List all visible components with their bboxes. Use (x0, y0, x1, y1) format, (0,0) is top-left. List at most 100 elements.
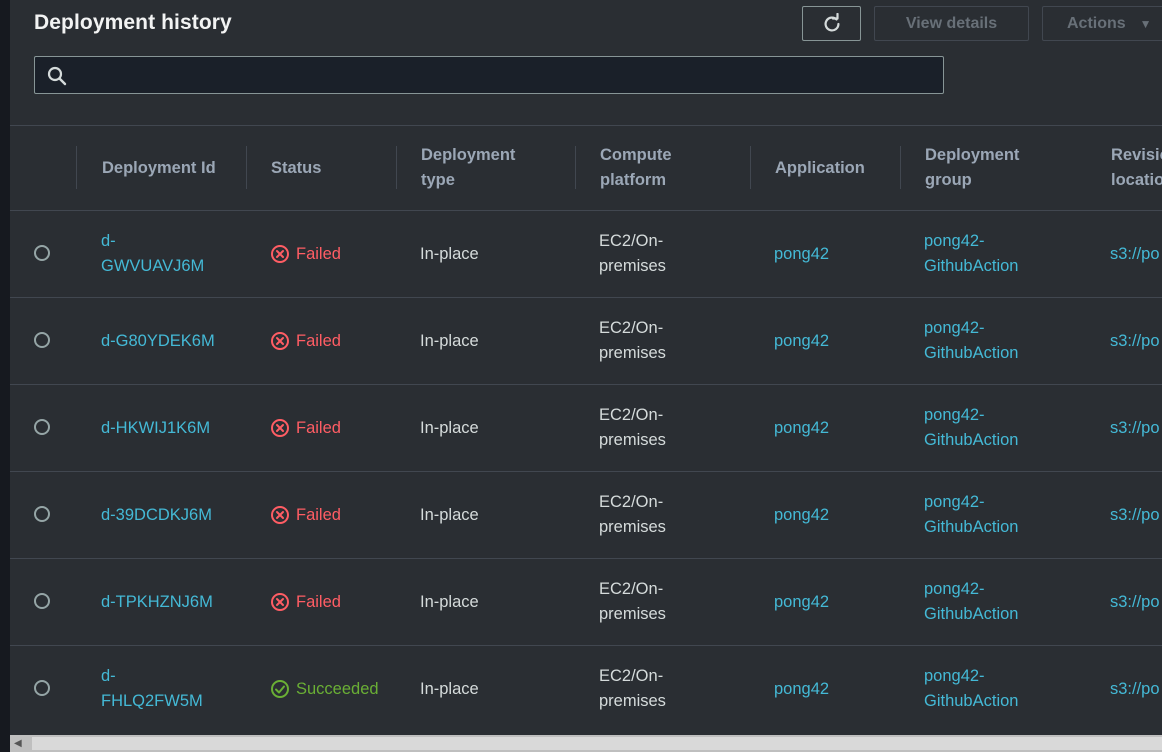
column-separator (396, 146, 397, 189)
application-link[interactable]: pong42 (774, 385, 829, 471)
compute-platform: EC2/On-premises (599, 580, 666, 623)
column-header-label: Revision location (1111, 146, 1162, 189)
column-header-status[interactable]: Status (246, 126, 381, 210)
column-header-compute-platform[interactable]: Compute platform (575, 126, 730, 210)
status-cell: Failed (270, 385, 341, 471)
deployment-history-panel: Deployment history View details Actions … (10, 0, 1162, 735)
refresh-icon (824, 12, 840, 32)
status-cell: Failed (270, 211, 341, 297)
row-select-radio[interactable] (34, 593, 50, 609)
application-link[interactable]: pong42 (774, 646, 829, 732)
status-text: Succeeded (296, 679, 379, 698)
column-header-application[interactable]: Application (750, 126, 895, 210)
failed-icon (271, 593, 289, 611)
status-cell: Succeeded (270, 646, 379, 732)
revision-location-link[interactable]: s3://po (1110, 385, 1160, 471)
scroll-left-icon[interactable]: ◀ (14, 738, 22, 749)
table-row[interactable]: d-TPKHZNJ6M Failed In-place EC2/On-premi… (10, 558, 1162, 645)
deployment-id-link[interactable]: d-G80YDEK6M (101, 298, 215, 384)
compute-platform: EC2/On-premises (599, 493, 666, 536)
deployment-group-link[interactable]: pong42-GithubAction (924, 211, 1044, 297)
row-select-radio[interactable] (34, 245, 50, 261)
revision-location-link[interactable]: s3://po (1110, 298, 1160, 384)
row-select-radio[interactable] (34, 332, 50, 348)
search-input[interactable] (75, 57, 939, 95)
column-separator (575, 146, 576, 189)
status-cell: Failed (270, 559, 341, 645)
failed-icon (271, 245, 289, 263)
deployment-id-link[interactable]: d-TPKHZNJ6M (101, 559, 213, 645)
column-header-label: Deployment type (421, 146, 516, 189)
actions-button[interactable]: Actions ▼ (1042, 6, 1162, 41)
deployment-group-link[interactable]: pong42-GithubAction (924, 298, 1044, 384)
status-badge: Failed (270, 503, 341, 528)
table-row[interactable]: d-G80YDEK6M Failed In-place EC2/On-premi… (10, 297, 1162, 384)
row-select-radio[interactable] (34, 680, 50, 696)
refresh-button[interactable] (802, 6, 861, 41)
deployment-type: In-place (420, 505, 479, 524)
compute-platform: EC2/On-premises (599, 319, 666, 362)
actions-label: Actions (1067, 14, 1126, 32)
deployment-id: d-HKWIJ1K6M (101, 418, 211, 437)
column-header-deployment-group[interactable]: Deployment group (900, 126, 1055, 210)
search-icon (47, 66, 67, 86)
revision-location-link[interactable]: s3://po (1110, 646, 1160, 732)
application-link[interactable]: pong42 (774, 298, 829, 384)
column-header-deployment-id[interactable]: Deployment Id (76, 126, 222, 210)
deployment-id-link[interactable]: d-HKWIJ1K6M (101, 385, 210, 471)
deployment-id: d-G80YDEK6M (101, 331, 215, 350)
deployment-type: In-place (420, 331, 479, 350)
left-edge (0, 0, 10, 752)
table-row[interactable]: d-HKWIJ1K6M Failed In-place EC2/On-premi… (10, 384, 1162, 471)
table-row[interactable]: d-GWVUAVJ6M Failed In-place EC2/On-premi… (10, 210, 1162, 297)
table-header: Deployment Id Status Deployment type Com… (10, 126, 1162, 210)
deployment-group-link[interactable]: pong42-GithubAction (924, 559, 1044, 645)
row-select-radio[interactable] (34, 419, 50, 435)
deployment-group-link[interactable]: pong42-GithubAction (924, 646, 1044, 732)
deployment-group-link[interactable]: pong42-GithubAction (924, 385, 1044, 471)
status-text: Failed (296, 331, 341, 350)
deployment-id-link[interactable]: d-39DCDKJ6M (101, 472, 212, 558)
deployment-id: d-FHLQ2FW5M (101, 667, 203, 710)
column-separator (76, 146, 77, 189)
table-row[interactable]: d-FHLQ2FW5M Succeeded In-place EC2/On-pr… (10, 645, 1162, 732)
column-header-label: Compute platform (600, 146, 672, 189)
column-separator (900, 146, 901, 189)
failed-icon (271, 332, 289, 350)
application-link[interactable]: pong42 (774, 211, 829, 297)
status-badge: Failed (270, 242, 341, 267)
column-header-deployment-type[interactable]: Deployment type (396, 126, 546, 210)
search-field[interactable] (34, 56, 944, 95)
application-link[interactable]: pong42 (774, 559, 829, 645)
status-badge: Failed (270, 416, 341, 441)
deployment-type: In-place (420, 244, 479, 263)
deployment-id: d-GWVUAVJ6M (101, 232, 205, 275)
status-badge: Succeeded (270, 677, 379, 702)
deployment-type: In-place (420, 679, 479, 698)
failed-icon (271, 506, 289, 524)
row-select-radio[interactable] (34, 506, 50, 522)
application-link[interactable]: pong42 (774, 472, 829, 558)
deployment-id-link[interactable]: d-FHLQ2FW5M (101, 646, 211, 732)
status-text: Failed (296, 592, 341, 611)
status-badge: Failed (270, 329, 341, 354)
scrollbar-thumb[interactable] (32, 737, 1162, 750)
column-header-label: Deployment group (925, 146, 1020, 189)
revision-location-link[interactable]: s3://po (1110, 559, 1160, 645)
deployment-group-link[interactable]: pong42-GithubAction (924, 472, 1044, 558)
deployment-id-link[interactable]: d-GWVUAVJ6M (101, 211, 211, 297)
compute-platform: EC2/On-premises (599, 232, 666, 275)
table-row[interactable]: d-39DCDKJ6M Failed In-place EC2/On-premi… (10, 471, 1162, 558)
column-separator (750, 146, 751, 189)
view-details-button[interactable]: View details (874, 6, 1029, 41)
deployment-type: In-place (420, 418, 479, 437)
deployment-id: d-TPKHZNJ6M (101, 592, 213, 611)
caret-down-icon: ▼ (1139, 16, 1152, 31)
horizontal-scrollbar[interactable]: ◀ (10, 735, 1162, 752)
revision-location-link[interactable]: s3://po (1110, 472, 1160, 558)
column-header-revision-location[interactable]: Revision location (1111, 126, 1162, 210)
compute-platform: EC2/On-premises (599, 667, 666, 710)
column-header-label: Status (271, 158, 322, 177)
revision-location-link[interactable]: s3://po (1110, 211, 1160, 297)
status-text: Failed (296, 244, 341, 263)
